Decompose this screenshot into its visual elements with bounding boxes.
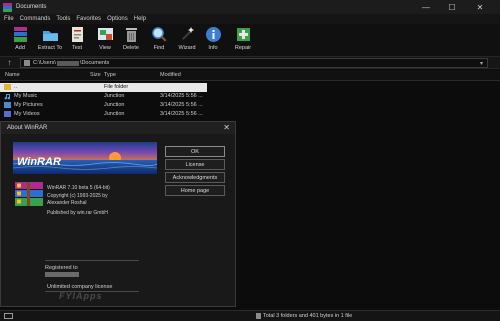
winrar-banner: WinRAR	[13, 142, 157, 174]
status-bar: Total 3 folders and 401 bytes in 1 file	[0, 310, 500, 321]
info-label: Info	[208, 45, 218, 51]
license-button[interactable]: License	[165, 159, 225, 170]
winrar-app-icon	[3, 2, 12, 12]
add-label: Add	[15, 45, 25, 51]
column-name[interactable]: Name	[5, 72, 20, 78]
license-type-text: Unlimited company license	[47, 284, 113, 290]
test-label: Test	[71, 45, 83, 51]
music-icon	[4, 93, 11, 100]
info-icon	[205, 26, 222, 43]
menu-bar: File Commands Tools Favorites Options He…	[0, 14, 500, 24]
repair-button[interactable]: Repair	[226, 26, 260, 56]
version-text: WinRAR 7.10 beta 5 (64-bit)	[47, 185, 110, 191]
file-modified: 3/14/2025 5:56 ...	[160, 93, 203, 99]
extract-folder-icon	[42, 26, 59, 43]
file-type: Junction	[104, 93, 125, 99]
maximize-button[interactable]: ☐	[440, 0, 464, 14]
file-type: File folder	[104, 84, 129, 90]
publisher-text: Published by win.rar GmbH	[47, 210, 108, 216]
close-window-button[interactable]: ✕	[468, 0, 492, 14]
menu-help[interactable]: Help	[134, 16, 146, 22]
column-size[interactable]: Size	[90, 72, 101, 78]
menu-commands[interactable]: Commands	[20, 16, 51, 22]
repair-kit-icon	[235, 26, 252, 43]
file-modified: 3/14/2025 5:56 ...	[160, 102, 203, 108]
redacted-username	[56, 60, 79, 66]
file-modified: 3/14/2025 5:56 ...	[160, 111, 203, 117]
file-row-my-videos[interactable]: My Videos Junction 3/14/2025 5:56 ...	[0, 110, 500, 119]
menu-file[interactable]: File	[4, 16, 14, 22]
menu-tools[interactable]: Tools	[56, 16, 70, 22]
ok-button[interactable]: OK	[165, 146, 225, 157]
toolbar: Add Extract To Test View Delete Find Wiz…	[0, 24, 500, 56]
minimize-button[interactable]: —	[414, 0, 438, 14]
file-row-my-music[interactable]: My Music Junction 3/14/2025 5:56 ...	[0, 92, 500, 101]
videos-icon	[4, 111, 11, 117]
file-name: My Music	[14, 93, 38, 99]
file-name: My Videos	[14, 111, 40, 117]
file-type: Junction	[104, 111, 125, 117]
title-bar: Documents — ☐ ✕	[0, 0, 500, 14]
about-dialog: About WinRAR ✕ WinRAR OK License Acknowl…	[0, 121, 236, 307]
address-suffix: \Documents	[79, 60, 110, 66]
banner-winrar-text: WinRAR	[17, 156, 61, 168]
file-name: My Pictures	[14, 102, 43, 108]
column-modified[interactable]: Modified	[160, 72, 181, 78]
find-label: Find	[153, 45, 165, 51]
view-icon	[97, 26, 114, 43]
drive-icon	[24, 60, 30, 66]
dialog-title: About WinRAR	[7, 125, 48, 131]
wizard-label: Wizard	[178, 45, 196, 51]
file-type: Junction	[104, 102, 125, 108]
file-list-header: Name Size Type Modified	[0, 70, 500, 81]
redacted-registrant	[45, 272, 79, 277]
view-label: View	[99, 45, 111, 51]
copyright-text: Copyright (c) 1993-2025 by	[47, 193, 108, 199]
menu-options[interactable]: Options	[107, 16, 128, 22]
drive-status-icon[interactable]	[4, 313, 13, 319]
home-page-button[interactable]: Home page	[165, 185, 225, 196]
up-arrow-icon[interactable]: ↑	[5, 59, 14, 68]
column-type[interactable]: Type	[104, 72, 116, 78]
magnifier-icon	[151, 26, 168, 43]
trash-icon	[123, 26, 140, 43]
add-button[interactable]: Add	[3, 26, 37, 56]
address-prefix: C:\Users\	[33, 60, 56, 66]
repair-label: Repair	[234, 45, 252, 51]
extract-to-label: Extract To	[37, 45, 63, 51]
registered-to-label: Registered to	[45, 265, 78, 271]
delete-label: Delete	[123, 45, 139, 51]
status-text: Total 3 folders and 401 bytes in 1 file	[263, 313, 353, 319]
acknowledgments-button[interactable]: Acknowledgments	[165, 172, 225, 183]
file-row-my-pictures[interactable]: My Pictures Junction 3/14/2025 5:56 ...	[0, 101, 500, 110]
add-archive-icon	[12, 26, 29, 43]
watermark-text: FYIApps	[59, 291, 103, 301]
file-name: ..	[14, 84, 18, 90]
pictures-icon	[4, 102, 11, 108]
parent-folder-icon	[4, 84, 11, 90]
chevron-down-icon[interactable]: ▾	[480, 60, 483, 67]
file-row-parent[interactable]: .. File folder	[0, 83, 207, 92]
wand-icon	[179, 26, 196, 43]
window-title: Documents	[16, 4, 47, 10]
dialog-close-icon[interactable]: ✕	[223, 123, 230, 132]
menu-favorites[interactable]: Favorites	[76, 16, 101, 22]
info-button[interactable]: Info	[196, 26, 230, 56]
winrar-books-icon	[15, 182, 43, 206]
author-text: Alexander Roshal	[47, 200, 87, 206]
dialog-title-bar: About WinRAR ✕	[1, 122, 235, 134]
address-row: ↑ C:\Users\ \Documents ▾	[0, 56, 500, 69]
divider-top	[45, 260, 139, 261]
test-icon	[69, 26, 86, 43]
address-field[interactable]: C:\Users\ \Documents ▾	[20, 58, 488, 68]
archive-status-icon	[256, 313, 261, 319]
